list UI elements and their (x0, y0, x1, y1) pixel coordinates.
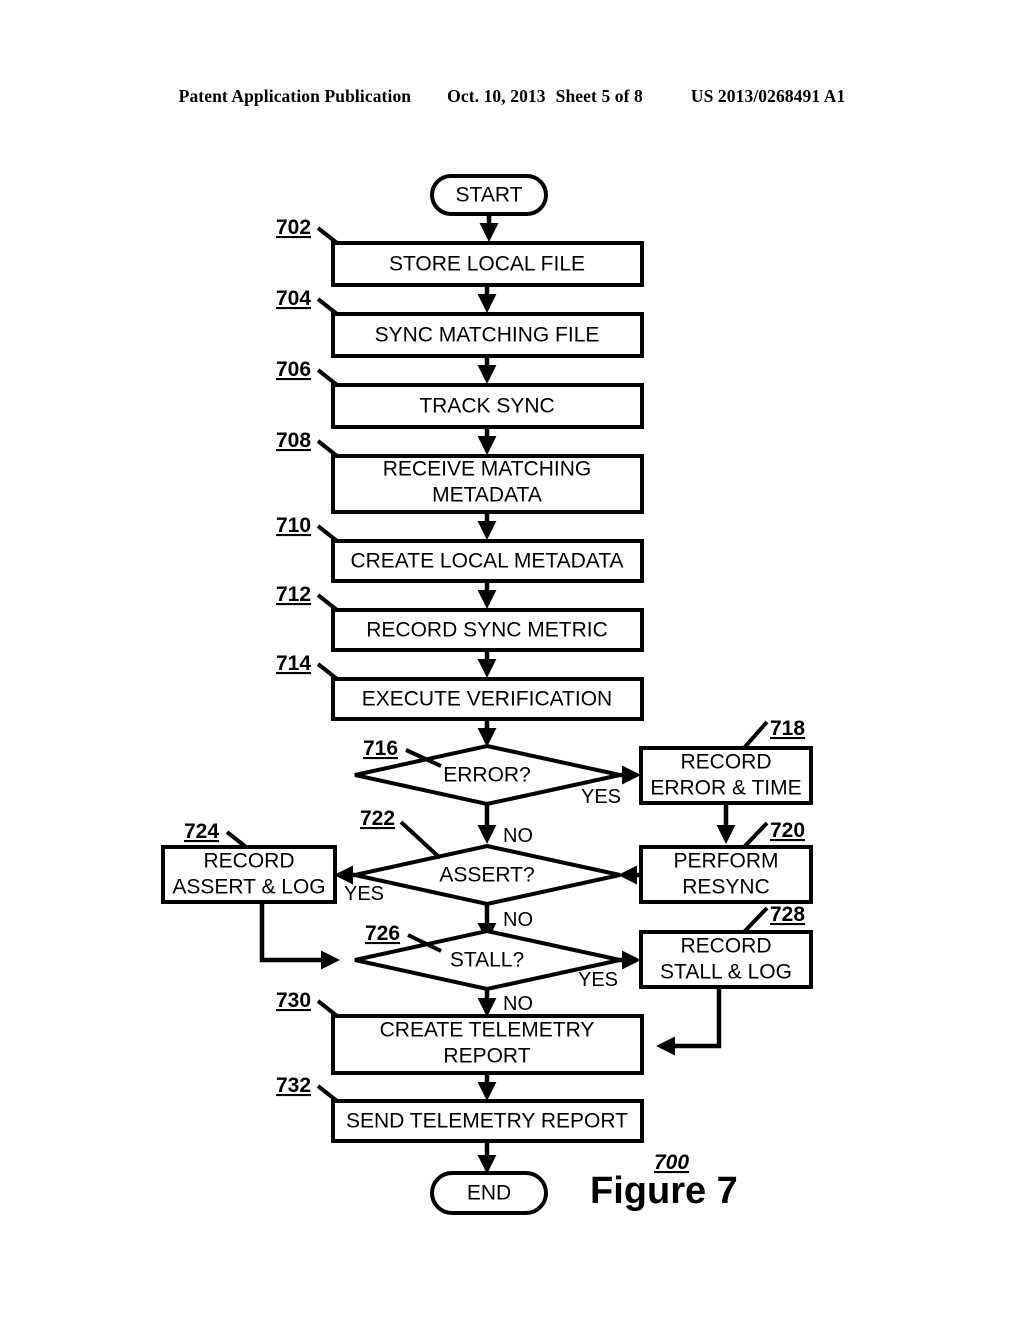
node-722: ASSERT? (354, 843, 621, 907)
node-708: RECEIVE MATCHING METADATA (331, 454, 644, 514)
node-716-label: ERROR? (443, 764, 531, 787)
node-720: PERFORM RESYNC (639, 845, 813, 904)
node-720-label-line2: RESYNC (682, 876, 770, 899)
leader-704 (316, 297, 339, 316)
node-724-label-line2: ASSERT & LOG (172, 876, 325, 899)
leader-728 (742, 906, 769, 934)
flowchart-figure: START STORE LOCAL FILE 702 SYNC MATCHING… (161, 174, 813, 1215)
node-714-label: EXECUTE VERIFICATION (362, 688, 612, 711)
ref-722: 722 (360, 807, 395, 830)
node-728: RECORD STALL & LOG (639, 930, 813, 989)
node-730-label-line1: CREATE TELEMETRY (380, 1019, 595, 1042)
leader-708 (316, 439, 339, 458)
ref-708: 708 (276, 429, 311, 452)
node-730: CREATE TELEMETRY REPORT (331, 1014, 644, 1075)
ref-706: 706 (276, 358, 311, 381)
ref-702: 702 (276, 216, 311, 239)
ref-730: 730 (276, 989, 311, 1012)
node-712: RECORD SYNC METRIC (331, 608, 644, 652)
node-712-label: RECORD SYNC METRIC (366, 619, 608, 642)
node-start-label: START (456, 184, 523, 207)
node-718-label-line2: ERROR & TIME (650, 777, 801, 800)
node-start: START (430, 174, 548, 216)
node-702-label: STORE LOCAL FILE (389, 253, 585, 276)
ref-732: 732 (276, 1074, 311, 1097)
ref-718: 718 (770, 717, 805, 740)
leader-712 (316, 593, 339, 612)
node-728-label-line2: STALL & LOG (660, 961, 792, 984)
ref-704: 704 (276, 287, 311, 310)
node-726-label: STALL? (450, 949, 524, 972)
node-710-label: CREATE LOCAL METADATA (350, 550, 623, 573)
node-732-label: SEND TELEMETRY REPORT (346, 1110, 628, 1133)
node-730-label-line2: REPORT (443, 1045, 530, 1068)
ref-728: 728 (770, 903, 805, 926)
leader-718 (742, 720, 769, 750)
ref-716: 716 (363, 737, 398, 760)
leader-710 (316, 524, 339, 543)
figure-caption: Figure 7 (590, 1170, 738, 1212)
node-732: SEND TELEMETRY REPORT (331, 1099, 644, 1143)
ref-724: 724 (184, 820, 219, 843)
ref-710: 710 (276, 514, 311, 537)
node-718-label-line1: RECORD (680, 751, 771, 774)
edge-724-to-726 (259, 902, 340, 970)
node-706: TRACK SYNC (331, 383, 644, 429)
node-704-label: SYNC MATCHING FILE (375, 324, 600, 347)
label-assert-yes: YES (344, 883, 384, 905)
node-722-label: ASSERT? (439, 864, 534, 887)
label-error-yes: YES (581, 786, 621, 808)
label-assert-no: NO (503, 909, 533, 931)
node-724: RECORD ASSERT & LOG (161, 845, 337, 904)
ref-720: 720 (770, 819, 805, 842)
leader-702 (316, 226, 339, 245)
leader-730 (316, 999, 339, 1018)
node-714: EXECUTE VERIFICATION (331, 677, 644, 721)
node-720-label-line1: PERFORM (674, 850, 779, 873)
leader-722 (399, 820, 442, 860)
ref-726: 726 (365, 922, 400, 945)
leader-720 (742, 821, 769, 849)
node-706-label: TRACK SYNC (419, 395, 554, 418)
node-724-label-line1: RECORD (203, 850, 294, 873)
leader-706 (316, 368, 339, 387)
label-error-no: NO (503, 825, 533, 847)
node-708-label-line2: METADATA (432, 484, 542, 507)
node-end: END (430, 1171, 548, 1215)
label-stall-no: NO (503, 993, 533, 1015)
node-718: RECORD ERROR & TIME (639, 746, 813, 805)
node-728-label-line1: RECORD (680, 935, 771, 958)
ref-714: 714 (276, 652, 311, 675)
edge-728-to-730 (656, 987, 722, 1056)
leader-714 (316, 662, 339, 681)
node-708-label-line1: RECEIVE MATCHING (383, 458, 591, 481)
node-710: CREATE LOCAL METADATA (331, 539, 644, 583)
leader-724 (225, 830, 248, 849)
node-702: STORE LOCAL FILE (331, 241, 644, 287)
label-stall-yes: YES (578, 969, 618, 991)
leader-732 (316, 1084, 339, 1103)
node-704: SYNC MATCHING FILE (331, 312, 644, 358)
node-end-label: END (467, 1182, 511, 1205)
ref-712: 712 (276, 583, 311, 606)
